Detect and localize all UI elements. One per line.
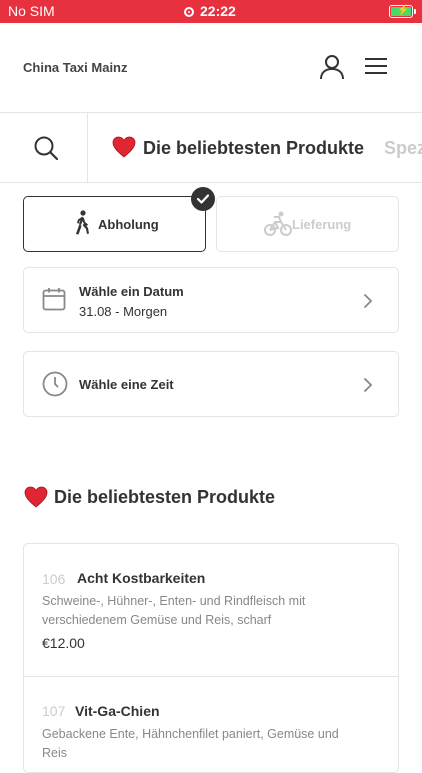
- heart-icon: [24, 486, 48, 508]
- app-header: China Taxi Mainz: [0, 23, 422, 113]
- section-title: Die beliebtesten Produkte: [54, 487, 276, 507]
- clock-text: 22:22: [200, 3, 236, 19]
- pickup-label: Abholung: [98, 217, 159, 232]
- delivery-label: Lieferung: [292, 217, 352, 232]
- product-item[interactable]: 106 Acht Kostbarkeiten Schweine-, Hühner…: [24, 544, 398, 677]
- clock: 22:22: [184, 3, 236, 19]
- product-item[interactable]: 107 Vit-Ga-Chien Gebackene Ente, Hähnche…: [24, 677, 398, 772]
- chevron-right-icon: [363, 377, 373, 393]
- carrier-label: No SIM: [8, 3, 55, 19]
- product-description: Gebackene Ente, Hähnchenfilet paniert, G…: [42, 727, 339, 760]
- product-name: Acht Kostbarkeiten: [77, 570, 206, 586]
- calendar-icon: [42, 288, 66, 311]
- restaurant-name: China Taxi Mainz: [23, 60, 128, 75]
- product-price: €12.00: [42, 635, 85, 651]
- time-title: Wähle eine Zeit: [79, 377, 174, 392]
- battery-icon: ⚡: [389, 5, 416, 18]
- location-icon: [184, 7, 194, 17]
- time-selector[interactable]: Wähle eine Zeit: [23, 351, 399, 417]
- delivery-option[interactable]: Lieferung: [216, 196, 399, 252]
- category-tab-next[interactable]: Spez: [384, 138, 422, 159]
- clock-icon: [42, 371, 68, 397]
- menu-icon[interactable]: [364, 56, 388, 76]
- product-description: Schweine-, Hühner-, Enten- und Rindfleis…: [42, 594, 306, 627]
- user-icon[interactable]: [318, 53, 346, 81]
- check-icon: [191, 187, 215, 211]
- chevron-right-icon: [363, 293, 373, 309]
- product-number: 106: [42, 571, 66, 587]
- status-bar: No SIM 22:22 ⚡: [0, 0, 422, 23]
- date-title: Wähle ein Datum: [79, 284, 184, 299]
- category-bar: Die beliebtesten Produkte Spez: [0, 113, 422, 183]
- search-icon: [34, 136, 59, 161]
- bicycle-icon: [264, 211, 292, 236]
- date-selector[interactable]: Wähle ein Datum 31.08 - Morgen: [23, 267, 399, 333]
- product-number: 107: [42, 703, 66, 719]
- product-name: Vit-Ga-Chien: [75, 703, 160, 719]
- product-list: 106 Acht Kostbarkeiten Schweine-, Hühner…: [23, 543, 399, 773]
- search-button[interactable]: [0, 113, 88, 182]
- pickup-option[interactable]: Abholung: [23, 196, 206, 252]
- walking-icon: [76, 210, 89, 235]
- heart-icon: [112, 136, 136, 158]
- category-tab-active[interactable]: Die beliebtesten Produkte: [143, 138, 364, 159]
- date-value: 31.08 - Morgen: [79, 304, 168, 319]
